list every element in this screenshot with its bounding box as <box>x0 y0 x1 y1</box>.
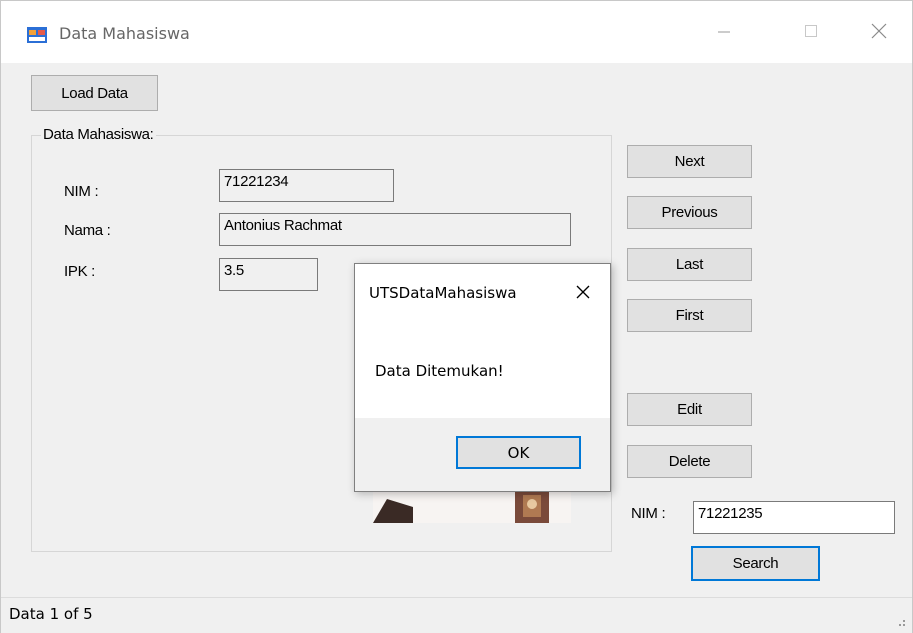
nama-field[interactable]: Antonius Rachmat <box>219 213 571 246</box>
resize-grip-icon[interactable] <box>896 617 906 627</box>
groupbox-legend: Data Mahasiswa: <box>41 126 156 143</box>
delete-button[interactable]: Delete <box>627 445 752 478</box>
search-nim-input[interactable]: 71221235 <box>693 501 895 534</box>
next-button[interactable]: Next <box>627 145 752 178</box>
close-icon <box>871 23 887 39</box>
close-icon <box>576 285 590 299</box>
nim-label: NIM : <box>64 183 99 200</box>
minimize-button[interactable] <box>701 11 747 51</box>
window-title: Data Mahasiswa <box>59 24 190 43</box>
ok-button[interactable]: OK <box>456 436 581 469</box>
search-button[interactable]: Search <box>691 546 820 581</box>
nama-label: Nama : <box>64 222 111 239</box>
app-form-icon <box>27 27 47 43</box>
load-data-button[interactable]: Load Data <box>31 75 158 111</box>
minimize-icon <box>718 31 730 33</box>
dialog-title: UTSDataMahasiswa <box>369 284 517 302</box>
ipk-label: IPK : <box>64 263 96 280</box>
status-bar: Data 1 of 5 <box>1 597 912 633</box>
title-bar[interactable]: Data Mahasiswa <box>1 1 912 63</box>
maximize-icon <box>805 25 817 37</box>
previous-button[interactable]: Previous <box>627 196 752 229</box>
dialog-close-button[interactable] <box>571 280 595 304</box>
message-box-dialog: UTSDataMahasiswa Data Ditemukan! OK <box>354 263 611 492</box>
last-button[interactable]: Last <box>627 248 752 281</box>
nim-field[interactable]: 71221234 <box>219 169 394 202</box>
status-record-text: Data 1 of 5 <box>9 605 93 623</box>
dialog-message: Data Ditemukan! <box>375 362 504 380</box>
close-button[interactable] <box>856 11 902 51</box>
first-button[interactable]: First <box>627 299 752 332</box>
main-window: Data Mahasiswa Load Data Data Mahasiswa:… <box>0 0 913 633</box>
search-nim-label: NIM : <box>631 505 666 522</box>
dialog-button-area: OK <box>355 418 610 491</box>
ipk-field[interactable]: 3.5 <box>219 258 318 291</box>
maximize-button[interactable] <box>788 11 834 51</box>
edit-button[interactable]: Edit <box>627 393 752 426</box>
